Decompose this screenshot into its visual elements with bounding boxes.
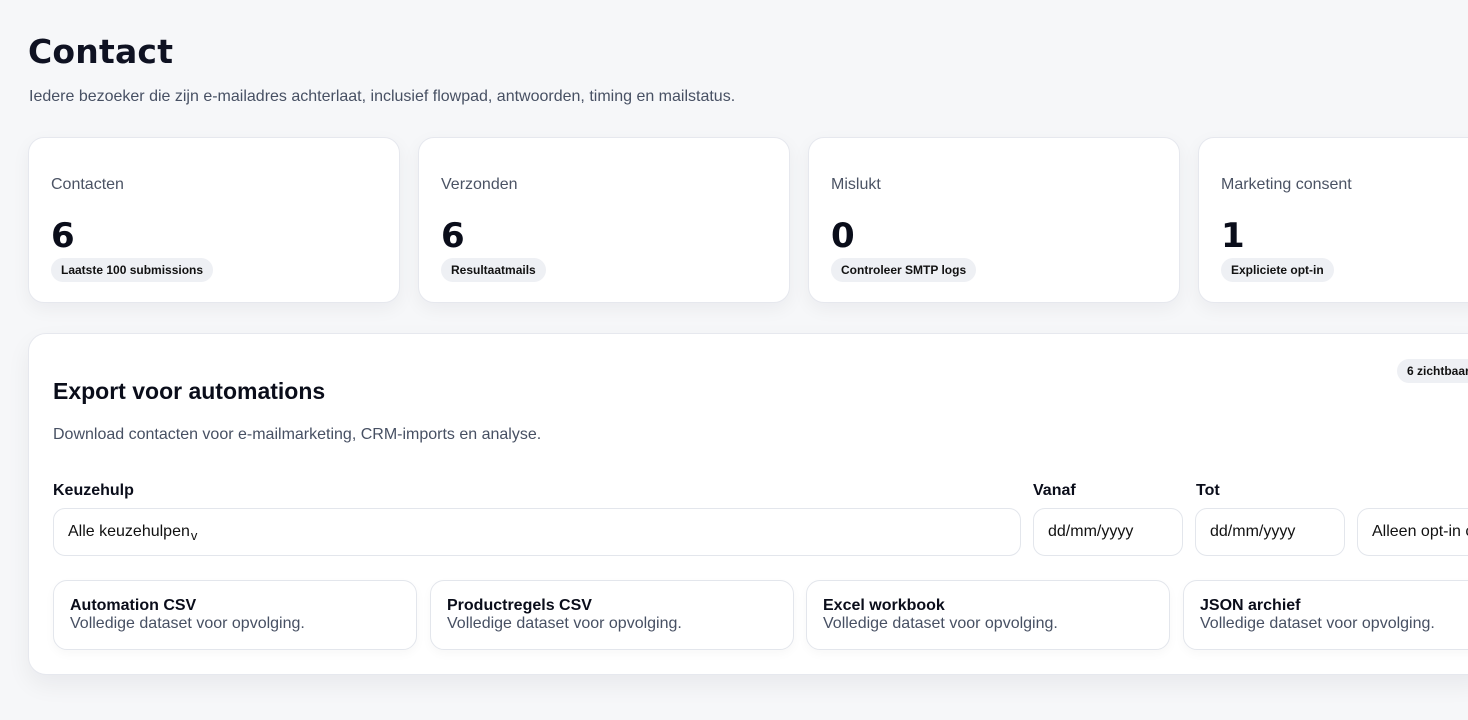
stat-card-mislukt: Mislukt 0 Controleer SMTP logs: [808, 137, 1180, 303]
stat-label: Verzonden: [441, 176, 518, 193]
export-excel-workbook-button[interactable]: Excel workbook Volledige dataset voor op…: [806, 580, 1170, 650]
export-option-description: Volledige dataset voor opvolging.: [70, 615, 305, 632]
stat-card-verzonden: Verzonden 6 Resultaatmails: [418, 137, 790, 303]
export-option-title: Automation CSV: [70, 597, 197, 614]
stat-badge: Laatste 100 submissions: [51, 258, 214, 282]
export-option-description: Volledige dataset voor opvolging.: [447, 615, 682, 632]
page-subtitle: Iedere bezoeker die zijn e-mailadres ach…: [29, 88, 736, 105]
tot-label: Tot: [1196, 482, 1220, 499]
consent-select[interactable]: Alleen opt-in c: [1357, 508, 1468, 556]
export-productregels-csv-button[interactable]: Productregels CSV Volledige dataset voor…: [430, 580, 794, 650]
stat-label: Mislukt: [831, 176, 881, 193]
tot-date-input[interactable]: dd/mm/yyyy: [1195, 508, 1345, 556]
export-panel: 6 zichtbaar Export voor automations Down…: [28, 333, 1468, 675]
visible-count-badge: 6 zichtbaar: [1397, 359, 1468, 383]
keuzehulp-label: Keuzehulp: [53, 482, 134, 499]
stat-value: 6: [51, 216, 75, 256]
keuzehulp-selected-value: Alle keuzehulpen: [68, 523, 190, 540]
stat-badge: Controleer SMTP logs: [831, 258, 977, 282]
stat-label: Contacten: [51, 176, 124, 193]
export-automation-csv-button[interactable]: Automation CSV Volledige dataset voor op…: [53, 580, 417, 650]
stat-value: 0: [831, 216, 855, 256]
stat-badge: Expliciete opt-in: [1221, 258, 1334, 282]
stat-badge: Resultaatmails: [441, 258, 546, 282]
export-option-title: JSON archief: [1200, 597, 1301, 614]
export-json-archief-button[interactable]: JSON archief Volledige dataset voor opvo…: [1183, 580, 1468, 650]
stat-label: Marketing consent: [1221, 176, 1352, 193]
export-description: Download contacten voor e-mailmarketing,…: [53, 426, 542, 443]
stat-card-contacten: Contacten 6 Laatste 100 submissions: [28, 137, 400, 303]
chevron-down-icon: v: [190, 528, 198, 543]
vanaf-date-input[interactable]: dd/mm/yyyy: [1033, 508, 1183, 556]
stat-card-marketing-consent: Marketing consent 1 Expliciete opt-in: [1198, 137, 1468, 303]
export-option-description: Volledige dataset voor opvolging.: [1200, 615, 1435, 632]
stat-value: 6: [441, 216, 465, 256]
export-option-title: Productregels CSV: [447, 597, 592, 614]
page-title: Contact: [28, 32, 174, 71]
keuzehulp-select[interactable]: Alle keuzehulpenv: [53, 508, 1021, 556]
export-title: Export voor automations: [53, 378, 326, 404]
export-option-title: Excel workbook: [823, 597, 945, 614]
export-option-description: Volledige dataset voor opvolging.: [823, 615, 1058, 632]
vanaf-label: Vanaf: [1033, 482, 1076, 499]
stat-value: 1: [1221, 216, 1245, 256]
